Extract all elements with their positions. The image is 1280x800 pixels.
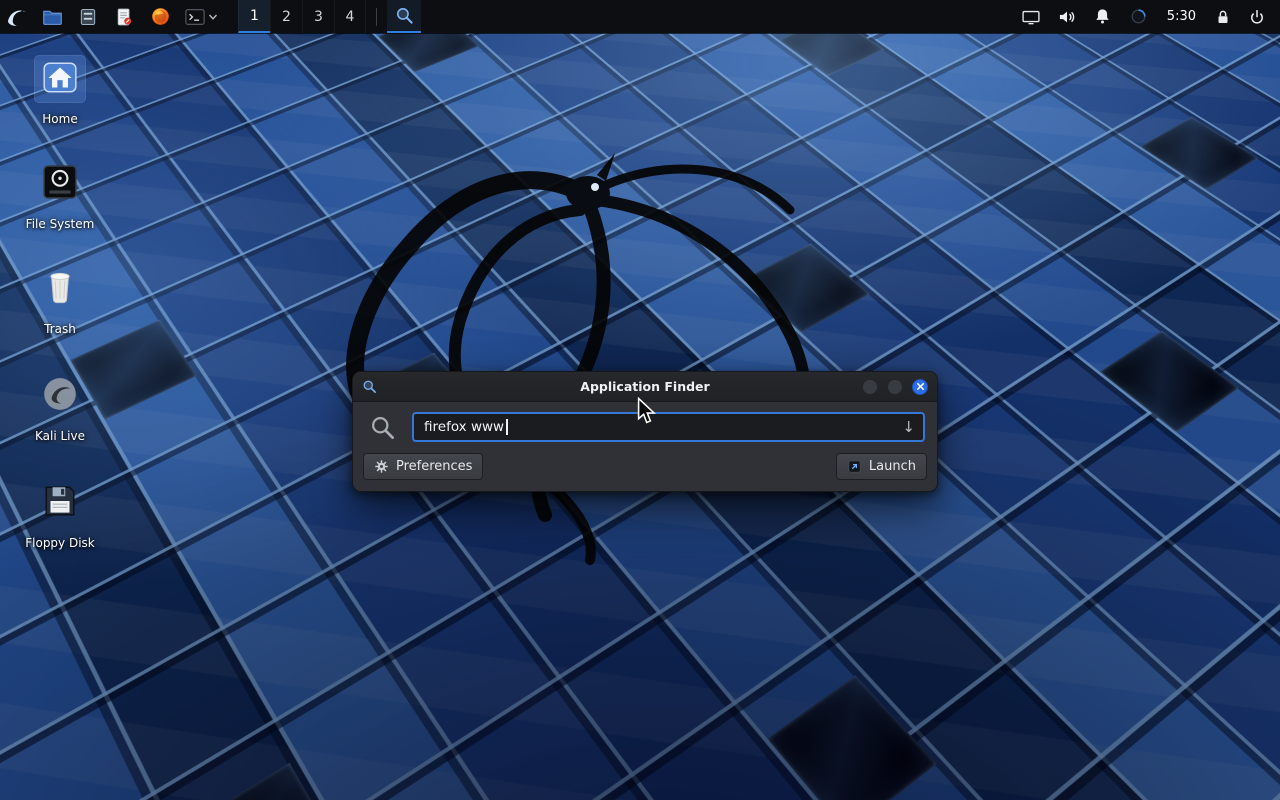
panel-separator: [376, 8, 377, 26]
kali-menu-button[interactable]: [0, 0, 34, 33]
close-icon: [916, 382, 925, 391]
logout-icon: [1248, 8, 1266, 26]
application-finder-window: Application Finder firefox www: [352, 371, 938, 492]
display-icon: [1021, 7, 1041, 27]
power-manager-button[interactable]: [1121, 0, 1157, 33]
desktop-icon-home[interactable]: Home: [5, 56, 115, 126]
window-title: Application Finder: [353, 379, 937, 394]
lock-icon: [1214, 8, 1232, 26]
desktop-icon-trash[interactable]: Trash: [5, 266, 115, 336]
kali-live-icon: [41, 375, 79, 413]
search-icon: [369, 414, 396, 441]
gear-icon: [374, 459, 389, 474]
search-input-text: firefox www: [424, 419, 504, 435]
clock[interactable]: 5:30: [1157, 9, 1206, 24]
desktop-icon-floppy-disk[interactable]: Floppy Disk: [5, 480, 115, 550]
window-search-icon: [362, 379, 377, 394]
home-icon: [41, 58, 79, 96]
dark-cube: [1100, 331, 1239, 433]
terminal-button[interactable]: [178, 0, 224, 33]
kali-dragon-watermark: [245, 95, 945, 565]
desktop-icon-label: Home: [42, 112, 77, 126]
volume-button[interactable]: [1049, 0, 1085, 33]
volume-icon: [1057, 7, 1077, 27]
dark-cube: [767, 675, 936, 800]
file-cabinet-icon: [78, 7, 98, 27]
file-manager-icon: [42, 6, 63, 27]
maximize-button[interactable]: [887, 379, 903, 395]
dark-cube: [176, 763, 345, 800]
kali-logo-icon: [5, 5, 29, 29]
bell-icon: [1093, 7, 1112, 26]
file-system-icon: [41, 163, 79, 201]
top-panel: 1 2 3 4: [0, 0, 1280, 33]
file-manager-button[interactable]: [34, 0, 70, 33]
text-caret: [506, 419, 508, 435]
files-cabinet-button[interactable]: [70, 0, 106, 33]
application-finder-task-button[interactable]: [387, 0, 421, 33]
search-input[interactable]: firefox www ↓: [412, 412, 925, 442]
preferences-label: Preferences: [396, 459, 472, 474]
power-manager-icon: [1129, 7, 1148, 26]
desktop-screen: 1 2 3 4: [0, 0, 1280, 800]
workspace-3-button[interactable]: 3: [302, 0, 334, 33]
application-finder-icon: [395, 6, 414, 25]
display-indicator-button[interactable]: [1013, 0, 1049, 33]
text-editor-icon: [114, 7, 134, 27]
workspace-4-button[interactable]: 4: [334, 0, 366, 33]
workspace-2-button[interactable]: 2: [270, 0, 302, 33]
text-editor-button[interactable]: [106, 0, 142, 33]
minimize-button[interactable]: [862, 379, 878, 395]
system-tray: 5:30: [1013, 0, 1280, 33]
desktop-icon-label: File System: [26, 217, 95, 231]
terminal-dropdown-chevron-icon[interactable]: [208, 12, 218, 22]
desktop-icon-file-system[interactable]: File System: [5, 161, 115, 231]
firefox-button[interactable]: [142, 0, 178, 33]
launch-label: Launch: [869, 459, 916, 474]
launch-button[interactable]: Launch: [836, 453, 927, 480]
window-controls: [862, 379, 928, 395]
preferences-button[interactable]: Preferences: [363, 453, 483, 480]
floppy-disk-icon: [41, 482, 79, 520]
firefox-icon: [150, 6, 171, 27]
lock-screen-button[interactable]: [1206, 0, 1240, 33]
mouse-cursor: [636, 397, 658, 425]
notifications-button[interactable]: [1085, 0, 1121, 33]
logout-button[interactable]: [1240, 0, 1274, 33]
desktop-icon-kali-live[interactable]: Kali Live: [5, 373, 115, 443]
desktop-icon-label: Floppy Disk: [25, 536, 95, 550]
close-button[interactable]: [912, 379, 928, 395]
action-row: Preferences Launch: [363, 453, 927, 480]
workspace-1-button[interactable]: 1: [238, 0, 270, 33]
desktop-icon-label: Kali Live: [35, 429, 85, 443]
dark-cube: [1140, 117, 1258, 190]
launch-icon: [847, 459, 862, 474]
terminal-icon: [184, 7, 206, 27]
trash-icon: [41, 268, 79, 306]
desktop-icon-label: Trash: [44, 322, 76, 336]
arrow-down-icon[interactable]: ↓: [902, 420, 915, 435]
workspace-pager: 1 2 3 4: [238, 0, 366, 33]
